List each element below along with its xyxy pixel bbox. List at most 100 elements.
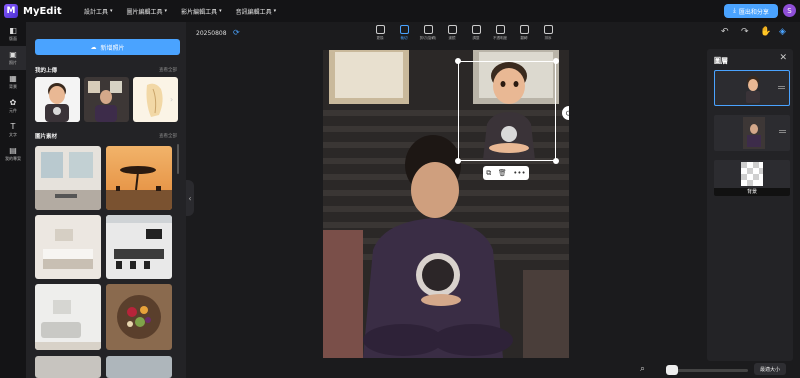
- zoom-slider-handle[interactable]: [666, 365, 678, 375]
- selection-box[interactable]: [458, 61, 556, 161]
- rail-label: 元件: [9, 108, 17, 113]
- arrange-icon: [543, 25, 553, 34]
- add-photo-button[interactable]: ☁ 新增照片: [35, 39, 180, 55]
- tool-flip[interactable]: 翻轉: [514, 25, 534, 41]
- zoom-slider-track[interactable]: [668, 369, 748, 372]
- app-logo[interactable]: M MyEdit: [4, 4, 84, 18]
- tool-arrange[interactable]: 排序: [538, 25, 558, 41]
- tool-label: 調整: [472, 36, 480, 40]
- rail-item-my-projects[interactable]: ▤ 我的專案: [0, 142, 26, 166]
- zoom-icon[interactable]: ⌕: [640, 364, 645, 374]
- stock-thumb-partial[interactable]: [35, 356, 101, 378]
- upload-thumb-photo[interactable]: [84, 77, 129, 122]
- export-label: 匯出和分享: [738, 8, 769, 16]
- nav-video-tools[interactable]: 影片編輯工具 ▾: [181, 7, 222, 16]
- trash-icon[interactable]: 🗑: [498, 169, 507, 177]
- nav-label: 音訊編輯工具: [235, 8, 272, 16]
- top-bar: M MyEdit 設計工具 ▾ 圖片編輯工具 ▾ 影片編輯工具 ▾ 音訊編輯工具 ▾ ⤓…: [0, 0, 800, 22]
- photos-panel: ☁ 新增照片 我的上傳 查看全部 › 圖片素材 查看全部: [26, 22, 186, 378]
- stock-see-all[interactable]: 查看全部: [159, 133, 177, 139]
- rail-item-background[interactable]: ▦ 背景: [0, 70, 26, 94]
- elements-icon: ✿: [9, 98, 17, 107]
- layer-item-background[interactable]: 背景: [714, 160, 790, 196]
- stock-thumb-food[interactable]: [106, 284, 172, 350]
- crop-icon: [423, 25, 433, 34]
- rail-label: 照片: [9, 60, 17, 65]
- resize-handle[interactable]: [553, 158, 559, 164]
- stock-title: 圖片素材: [35, 134, 58, 140]
- fit-size-button[interactable]: 最適大小: [754, 363, 786, 375]
- flip-icon: [519, 25, 529, 34]
- resize-handle[interactable]: [455, 58, 461, 64]
- stock-thumb-partial[interactable]: [106, 356, 172, 378]
- avatar[interactable]: S: [783, 4, 796, 17]
- close-icon[interactable]: ✕: [779, 53, 787, 63]
- nav-design-tools[interactable]: 設計工具 ▾: [84, 7, 113, 16]
- tool-filter[interactable]: 濾鏡: [442, 25, 462, 41]
- stock-thumb-conference[interactable]: [106, 215, 172, 279]
- tool-replace[interactable]: 更換: [370, 25, 390, 41]
- layer-item-photo[interactable]: [714, 115, 790, 151]
- nav-photo-tools[interactable]: 圖片編輯工具 ▾: [127, 7, 168, 16]
- more-icon[interactable]: •••: [513, 169, 525, 177]
- nav-label: 影片編輯工具: [181, 8, 218, 16]
- undo-icon[interactable]: ↶: [721, 27, 729, 37]
- rail-item-elements[interactable]: ✿ 元件: [0, 94, 26, 118]
- tool-cutout[interactable]: 裁切: [394, 25, 414, 41]
- document-name[interactable]: 20250808: [196, 30, 227, 37]
- collapse-panel-button[interactable]: ‹: [186, 180, 194, 216]
- upload-thumb-avatar[interactable]: [35, 77, 80, 122]
- drag-handle-icon[interactable]: [779, 130, 786, 133]
- chevron-down-icon: ▾: [164, 8, 168, 14]
- rail-item-text[interactable]: T 文字: [0, 118, 26, 142]
- drag-handle-icon[interactable]: [778, 86, 785, 89]
- man-photo-image: [84, 77, 129, 122]
- tool-adjust[interactable]: 調整: [466, 25, 486, 41]
- layout-icon: ◧: [9, 26, 17, 35]
- selection-context-menu: ⧉ 🗑 •••: [483, 166, 529, 180]
- rotate-handle-icon[interactable]: ⟳: [562, 106, 569, 120]
- duplicate-icon[interactable]: ⧉: [486, 169, 491, 178]
- rail-item-photos[interactable]: ▣ 照片: [0, 46, 26, 70]
- nav-audio-tools[interactable]: 音訊編輯工具 ▾: [236, 7, 277, 16]
- chevron-down-icon: ▾: [219, 8, 222, 14]
- tool-label: 排序: [544, 36, 552, 40]
- tool-crop-rotate[interactable]: 剪切(旋轉): [418, 25, 438, 41]
- hand-icon[interactable]: ✋: [760, 27, 771, 37]
- tool-opacity[interactable]: 不透明度: [490, 25, 510, 41]
- nav-label: 設計工具: [84, 8, 109, 16]
- chevron-down-icon: ▾: [273, 8, 277, 14]
- chevron-right-icon[interactable]: ›: [170, 95, 173, 104]
- living-room-image: [35, 284, 101, 350]
- resize-handle[interactable]: [455, 158, 461, 164]
- chevron-left-icon: ‹: [188, 193, 192, 203]
- redo-icon[interactable]: ↷: [741, 27, 749, 37]
- my-uploads-see-all[interactable]: 查看全部: [159, 67, 177, 73]
- nav-label: 圖片編輯工具: [126, 8, 163, 16]
- fruit-bowl-image: [106, 284, 172, 350]
- tool-label: 翻轉: [520, 36, 528, 40]
- resize-handle[interactable]: [553, 58, 559, 64]
- panel-scrollbar[interactable]: [177, 144, 179, 174]
- chevron-down-icon: ▾: [110, 8, 113, 14]
- design-canvas[interactable]: ⟳ ⧉ 🗑 •••: [323, 50, 569, 358]
- export-share-button[interactable]: ⤓ 匯出和分享: [724, 4, 778, 18]
- savanna-image: [106, 146, 172, 210]
- replace-icon: [375, 25, 385, 34]
- tool-label: 更換: [376, 36, 384, 40]
- layers-icon[interactable]: ◈: [779, 27, 786, 37]
- rail-item-layout[interactable]: ◧ 版面: [0, 22, 26, 46]
- sync-icon[interactable]: ⟳: [233, 28, 240, 37]
- cutout-icon: [399, 25, 409, 34]
- stock-thumb-bedroom[interactable]: [35, 215, 101, 279]
- left-rail: ◧ 版面 ▣ 照片 ▦ 背景 ✿ 元件 T 文字 ▤ 我的專案: [0, 22, 26, 378]
- stock-thumb-living-room[interactable]: [35, 284, 101, 350]
- app-name: MyEdit: [23, 5, 62, 17]
- stock-thumb-gym[interactable]: [35, 146, 101, 210]
- stock-thumb-savanna[interactable]: [106, 146, 172, 210]
- gym-room-image: [35, 146, 101, 210]
- layers-title: 圖層: [714, 57, 728, 65]
- background-icon: ▦: [9, 74, 17, 83]
- my-uploads-title: 我的上傳: [35, 68, 58, 74]
- layer-item-avatar[interactable]: [714, 70, 790, 106]
